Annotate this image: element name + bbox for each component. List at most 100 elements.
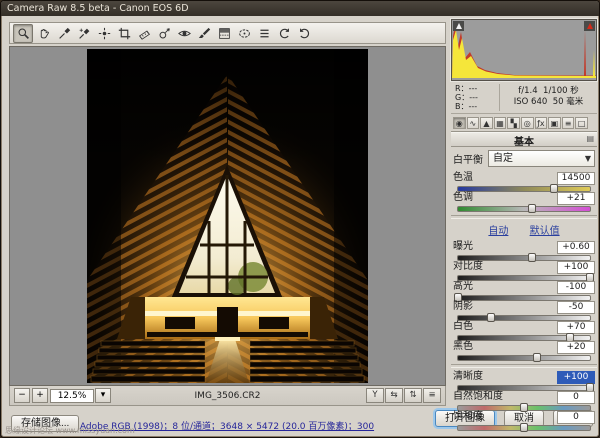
target-adjust-tool-icon[interactable] xyxy=(95,25,113,42)
white-balance-value: 自定 xyxy=(493,153,513,164)
slider-row: 黑色 +20 xyxy=(453,341,595,360)
toolbar xyxy=(9,22,446,44)
menu-tool-icon[interactable] xyxy=(255,25,273,42)
slider-track[interactable] xyxy=(457,355,591,361)
tab-snapshots[interactable]: □ xyxy=(575,117,588,129)
photo-preview[interactable] xyxy=(87,49,368,383)
color-sampler-tool-icon[interactable] xyxy=(75,25,93,42)
slider-value[interactable]: +21 xyxy=(557,192,595,205)
tab-split-toning[interactable]: ▚ xyxy=(507,117,520,129)
zoom-level-value[interactable]: 12.5% xyxy=(50,389,94,403)
panel-title: 基本 xyxy=(514,137,534,148)
slider-row: 色调 +21 xyxy=(453,192,595,211)
zoom-out-button[interactable]: − xyxy=(14,388,30,403)
white-balance-label: 白平衡 xyxy=(453,151,483,166)
straighten-tool-icon[interactable] xyxy=(135,25,153,42)
slider-row: 自然饱和度 0 xyxy=(453,391,595,410)
histogram xyxy=(451,19,597,81)
auto-default-links: 自动 默认值 xyxy=(451,222,597,237)
slider-row: 阴影 -50 xyxy=(453,301,595,320)
slider-value[interactable]: 0 xyxy=(557,391,595,404)
r-value: --- xyxy=(469,84,478,93)
chevron-down-icon: ▾ xyxy=(101,390,106,400)
tab-camera-calibration[interactable]: ▣ xyxy=(548,117,561,129)
slider-track[interactable] xyxy=(457,425,591,431)
b-value: --- xyxy=(469,102,478,111)
slider-value[interactable]: -50 xyxy=(557,301,595,314)
zoom-in-button[interactable]: + xyxy=(32,388,48,403)
grad-filter-tool-icon[interactable] xyxy=(215,25,233,42)
shadow-clipping-warning-icon[interactable] xyxy=(453,21,464,31)
rotate-ccw-tool-icon[interactable] xyxy=(275,25,293,42)
watermark-label: 思缘设计论坛 www.missyuan.com xyxy=(5,425,135,436)
copy-button[interactable]: ⇅ xyxy=(404,388,422,403)
presence-sliders: 清晰度 +100 自然饱和度 0 饱和度 0 xyxy=(451,371,597,430)
slider-value[interactable]: +20 xyxy=(557,341,595,354)
slider-row: 色温 14500 xyxy=(453,172,595,191)
slider-value[interactable]: 14500 xyxy=(557,172,595,185)
g-value: --- xyxy=(469,93,478,102)
slider-thumb[interactable] xyxy=(520,423,528,432)
panel-tabs: ◉∿▲▦▚◎ƒx▣≡□ xyxy=(451,116,597,132)
divider xyxy=(451,364,597,368)
auto-link[interactable]: 自动 xyxy=(488,226,508,237)
slider-row: 饱和度 0 xyxy=(453,411,595,430)
hand-tool-icon[interactable] xyxy=(35,25,53,42)
rgb-readout: R：--- G：--- B：--- xyxy=(451,84,500,111)
highlight-clipping-warning-icon[interactable] xyxy=(584,21,595,31)
zoom-bar: − + 12.5% ▾ IMG_3506.CR2 Y⇆⇅≡ xyxy=(9,386,446,406)
preview-menu-button[interactable]: ≡ xyxy=(423,388,441,403)
radial-filter-tool-icon[interactable] xyxy=(235,25,253,42)
eyedropper-tool-icon[interactable] xyxy=(55,25,73,42)
aperture-value: f/1.4 xyxy=(518,86,537,96)
preview-area xyxy=(9,46,446,386)
brush-tool-icon[interactable] xyxy=(195,25,213,42)
slider-row: 白色 +70 xyxy=(453,321,595,340)
slider-row: 清晰度 +100 xyxy=(453,371,595,390)
camera-raw-dialog: Camera Raw 8.5 beta - Canon EOS 6D xyxy=(0,0,600,438)
tab-effects[interactable]: ƒx xyxy=(535,117,548,129)
window-title: Camera Raw 8.5 beta - Canon EOS 6D xyxy=(7,3,189,14)
slider-track[interactable] xyxy=(457,206,591,212)
focal-length-value: 50 毫米 xyxy=(553,97,584,107)
panel-header: 基本 ▤ xyxy=(451,132,597,147)
zoom-tool-icon[interactable] xyxy=(13,24,33,43)
rotate-cw-tool-icon[interactable] xyxy=(295,25,313,42)
panel-menu-icon[interactable]: ▤ xyxy=(586,134,594,143)
white-balance-row: 白平衡 自定 ▼ xyxy=(453,150,595,167)
swap-button[interactable]: ⇆ xyxy=(385,388,403,403)
slider-value[interactable]: +0.60 xyxy=(557,241,595,254)
slider-value[interactable]: +70 xyxy=(557,321,595,334)
slider-row: 曝光 +0.60 xyxy=(453,241,595,260)
tab-basic[interactable]: ◉ xyxy=(453,117,466,129)
default-link[interactable]: 默认值 xyxy=(530,226,560,237)
right-panel: R：--- G：--- B：--- f/1.4 1/100 秒 ISO 640 … xyxy=(451,19,597,431)
exif-readout: f/1.4 1/100 秒 ISO 640 50 毫米 xyxy=(500,84,597,111)
crop-tool-icon[interactable] xyxy=(115,25,133,42)
tab-detail[interactable]: ▲ xyxy=(480,117,493,129)
title-bar: Camera Raw 8.5 beta - Canon EOS 6D xyxy=(1,1,599,16)
slider-value[interactable]: 0 xyxy=(557,411,595,424)
tab-tone-curve[interactable]: ∿ xyxy=(467,117,480,129)
zoom-level-dropdown[interactable]: ▾ xyxy=(95,388,111,403)
slider-thumb[interactable] xyxy=(533,353,541,362)
tab-hsl[interactable]: ▦ xyxy=(494,117,507,129)
iso-value: ISO 640 xyxy=(514,97,548,107)
tab-lens[interactable]: ◎ xyxy=(521,117,534,129)
red-eye-tool-icon[interactable] xyxy=(175,25,193,42)
slider-thumb[interactable] xyxy=(528,204,536,213)
tab-presets[interactable]: ≡ xyxy=(562,117,575,129)
spot-removal-tool-icon[interactable] xyxy=(155,25,173,42)
image-info: R：--- G：--- B：--- f/1.4 1/100 秒 ISO 640 … xyxy=(451,84,597,114)
view-buttons: Y⇆⇅≡ xyxy=(366,388,441,403)
slider-row: 对比度 +100 xyxy=(453,261,595,280)
slider-row: 高光 -100 xyxy=(453,281,595,300)
tone-sliders: 曝光 +0.60 对比度 +100 高光 -100 阴影 -50 白色 +70 xyxy=(451,241,597,360)
chevron-down-icon: ▼ xyxy=(585,151,591,166)
slider-value[interactable]: -100 xyxy=(557,281,595,294)
white-balance-select[interactable]: 自定 ▼ xyxy=(488,150,595,167)
white-balance-sliders: 色温 14500 色调 +21 xyxy=(451,172,597,211)
before-after-button[interactable]: Y xyxy=(366,388,384,403)
histogram-plot xyxy=(452,20,596,78)
shutter-value: 1/100 秒 xyxy=(543,86,579,96)
